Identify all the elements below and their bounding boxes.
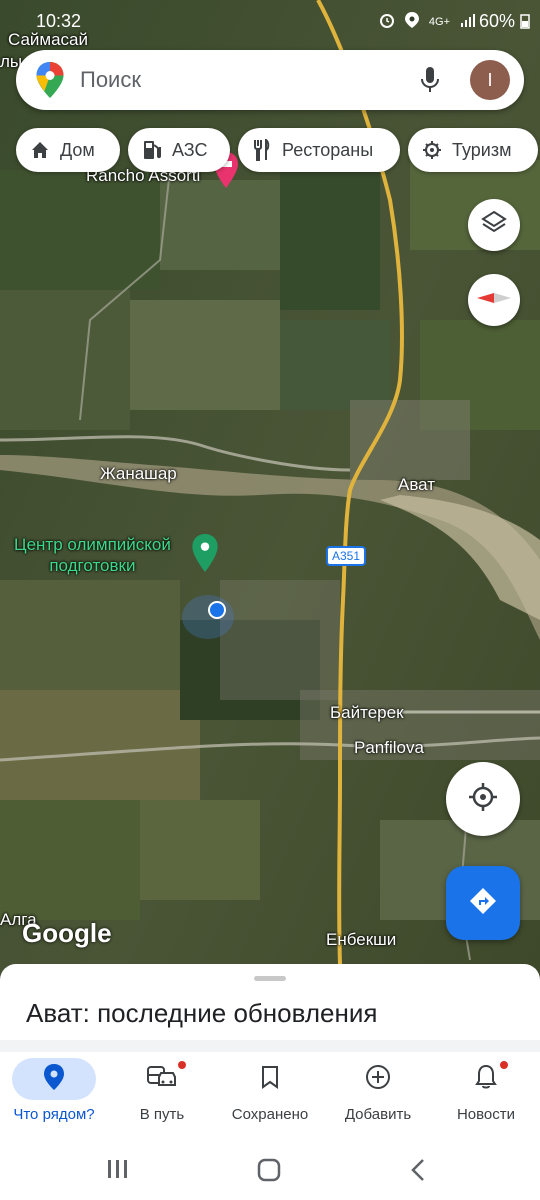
network-type: 4G+ [428, 16, 450, 28]
nav-commute[interactable]: В путь [108, 1052, 216, 1138]
place-label-baiterek[interactable]: Байтерек [330, 703, 404, 723]
chip-restaurants[interactable]: Рестораны [238, 128, 400, 172]
status-time: 10:32 [36, 11, 82, 31]
commute-icon [147, 1065, 177, 1094]
status-bar: 10:32 4G+ 60% [0, 0, 540, 44]
nav-explore-indicator [12, 1058, 96, 1100]
home-nav-icon[interactable] [257, 1158, 281, 1187]
place-label-enbekshi[interactable]: Енбекши [326, 930, 396, 950]
location-icon [404, 12, 419, 32]
gas-station-icon [142, 139, 162, 161]
chip-gas[interactable]: АЗС [128, 128, 230, 172]
recent-apps-icon[interactable] [106, 1158, 130, 1185]
battery-icon [520, 14, 530, 29]
compass-icon [477, 291, 511, 310]
avatar[interactable]: I [470, 60, 510, 100]
nav-contribute[interactable]: Добавить [324, 1052, 432, 1138]
search-bar[interactable]: Поиск I [16, 50, 524, 110]
chip-gas-label: АЗС [172, 139, 208, 160]
nav-commute-label: В путь [139, 1106, 185, 1123]
directions-button[interactable] [446, 866, 520, 940]
bell-icon [475, 1064, 497, 1095]
chip-home-label: Дом [60, 139, 95, 160]
crosshair-icon [467, 781, 499, 818]
google-attribution: Google [22, 918, 112, 948]
tourism-icon [422, 140, 442, 160]
nav-updates[interactable]: Новости [432, 1052, 540, 1138]
restaurant-icon [252, 139, 272, 161]
sheet-handle[interactable] [254, 976, 286, 981]
nav-explore[interactable]: Что рядом? [0, 1052, 108, 1138]
olympic-center-line1: Центр олимпийской [14, 535, 171, 554]
signal-icon [460, 12, 476, 32]
layers-button[interactable] [468, 199, 520, 251]
mic-icon[interactable] [420, 67, 440, 98]
route-shield-a351: A351 [326, 546, 367, 566]
updates-sheet[interactable]: Ават: последние обновления [0, 964, 540, 1044]
sheet-title: Ават: последние обновления [26, 998, 378, 1028]
nav-saved-label: Сохранено [231, 1106, 309, 1123]
chip-home[interactable]: Дом [16, 128, 120, 172]
chip-tourism[interactable]: Туризм [408, 128, 538, 172]
my-location-button[interactable] [446, 762, 520, 836]
chip-tourism-label: Туризм [452, 139, 512, 160]
nav-updates-label: Новости [456, 1106, 516, 1123]
search-input[interactable]: Поиск [80, 67, 141, 93]
nav-explore-label: Что рядом? [13, 1106, 95, 1123]
battery-percent: 60% [478, 11, 515, 31]
alarm-icon [379, 12, 395, 32]
directions-icon [468, 886, 498, 921]
system-navigation-bar [0, 1138, 540, 1200]
add-circle-icon [365, 1064, 391, 1095]
place-label-olympic-center[interactable]: Центр олимпийской подготовки [14, 534, 171, 576]
layers-icon [481, 210, 507, 241]
google-maps-logo-icon [36, 62, 64, 103]
compass-button[interactable] [468, 274, 520, 326]
back-icon[interactable] [410, 1158, 426, 1187]
nav-updates-badge [500, 1061, 508, 1069]
nav-contribute-label: Добавить [344, 1106, 412, 1123]
place-label-panfilova[interactable]: Panfilova [354, 738, 424, 758]
nav-saved[interactable]: Сохранено [216, 1052, 324, 1138]
nav-commute-badge [178, 1061, 186, 1069]
status-icons: 4G+ [379, 12, 476, 32]
place-label-zhanashar[interactable]: Жанашар [100, 464, 177, 484]
place-label-avat[interactable]: Ават [398, 475, 435, 495]
home-icon [30, 140, 50, 160]
sheet-divider [0, 1040, 540, 1052]
olympic-center-line2: подготовки [49, 556, 136, 575]
bookmark-icon [260, 1065, 280, 1094]
chip-restaurants-label: Рестораны [282, 139, 374, 160]
bottom-navigation: Что рядом? В путь Сохранено Добавить Нов… [0, 1052, 540, 1138]
battery-indicator: 60% [479, 11, 530, 32]
explore-pin-icon [44, 1063, 64, 1095]
